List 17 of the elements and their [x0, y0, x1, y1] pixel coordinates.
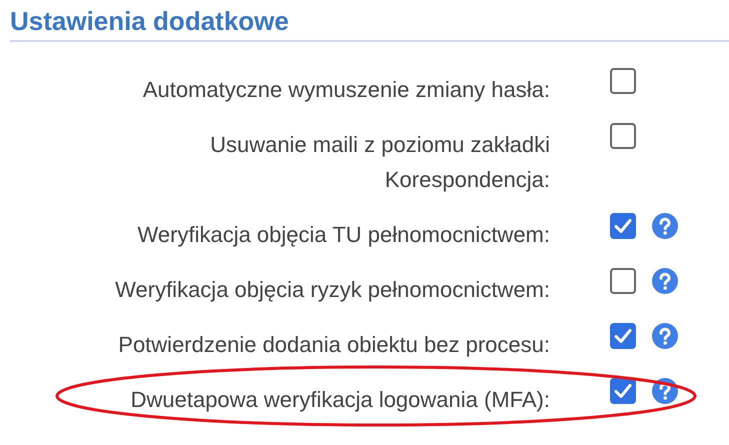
setting-label: Usuwanie maili z poziomu zakładki Korespondencja: [209, 131, 550, 194]
section-title: Ustawienia dodatkowe [10, 0, 729, 42]
setting-label: Potwierdzenie dodania obiektu bez procesu: [118, 331, 550, 359]
setting-label: Weryfikacja objęcia ryzyk pełnomocnictwem: [115, 276, 550, 304]
checkbox[interactable] [610, 323, 636, 349]
checkbox[interactable] [610, 68, 636, 94]
setting-label: Automatyczne wymuszenie zmiany hasła: [142, 76, 550, 104]
checkbox[interactable] [610, 123, 636, 149]
help-icon[interactable] [652, 323, 678, 349]
setting-label: Dwuetapowa weryfikacja logowania (MFA): [130, 386, 550, 414]
checkbox[interactable] [610, 268, 636, 294]
help-icon[interactable] [652, 213, 678, 239]
help-icon[interactable] [652, 378, 678, 404]
checkbox[interactable] [610, 378, 636, 404]
setting-label: Weryfikacja objęcia TU pełnomocnictwem: [138, 221, 550, 249]
help-icon[interactable] [652, 268, 678, 294]
checkbox[interactable] [610, 213, 636, 239]
